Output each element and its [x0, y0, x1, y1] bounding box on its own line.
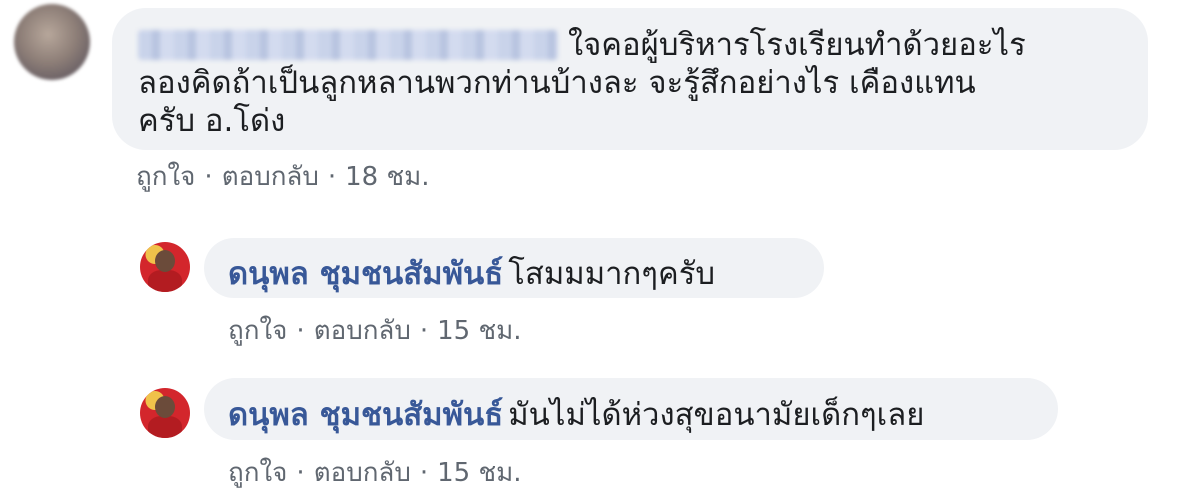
- separator-dot: ·: [419, 316, 429, 346]
- reply-link[interactable]: ตอบกลับ: [222, 162, 319, 192]
- comment-text: ใจคอผู้บริหารโรงเรียนทำด้วยอะไร ลองคิดถ้…: [138, 26, 1120, 140]
- reply-bubble: ดนุพล ชุมชนสัมพันธ์ มันไม่ได้ห่วงสุขอนาม…: [204, 378, 1058, 440]
- reply-text: โสมมมากๆครับ: [508, 256, 716, 292]
- separator-dot: ·: [419, 458, 429, 488]
- reply-author-avatar[interactable]: [140, 242, 190, 292]
- comment-bubble: ใจคอผู้บริหารโรงเรียนทำด้วยอะไร ลองคิดถ้…: [112, 8, 1148, 150]
- commenter-avatar-blurred[interactable]: [14, 4, 90, 80]
- like-link[interactable]: ถูกใจ: [228, 316, 287, 346]
- separator-dot: ·: [204, 162, 213, 192]
- reply-timestamp[interactable]: 15 ชม.: [437, 458, 521, 488]
- reply-author-name[interactable]: ดนุพล ชุมชนสัมพันธ์: [228, 397, 503, 433]
- comment-actions: ถูกใจ · ตอบกลับ · 18 ชม.: [136, 156, 430, 197]
- commenter-name-blurred[interactable]: [138, 30, 558, 60]
- comment-timestamp[interactable]: 18 ชม.: [345, 162, 429, 192]
- reply-author-avatar[interactable]: [140, 388, 190, 438]
- comment-text-line1: ใจคอผู้บริหารโรงเรียนทำด้วยอะไร: [568, 27, 1026, 63]
- comment-text-line2: ลองคิดถ้าเป็นลูกหลานพวกท่านบ้างละ จะรู้ส…: [138, 65, 976, 101]
- separator-dot: ·: [296, 316, 305, 346]
- reply-actions: ถูกใจ · ตอบกลับ · 15 ชม.: [228, 452, 522, 493]
- like-link[interactable]: ถูกใจ: [136, 162, 195, 192]
- reply-author-name[interactable]: ดนุพล ชุมชนสัมพันธ์: [228, 256, 503, 292]
- separator-dot: ·: [296, 458, 305, 488]
- reply-timestamp[interactable]: 15 ชม.: [437, 316, 521, 346]
- reply-link[interactable]: ตอบกลับ: [314, 458, 411, 488]
- separator-dot: ·: [327, 162, 337, 192]
- reply-bubble: ดนุพล ชุมชนสัมพันธ์ โสมมมากๆครับ: [204, 238, 824, 298]
- reply-actions: ถูกใจ · ตอบกลับ · 15 ชม.: [228, 310, 522, 351]
- reply-text: มันไม่ได้ห่วงสุขอนามัยเด็กๆเลย: [508, 397, 925, 433]
- like-link[interactable]: ถูกใจ: [228, 458, 287, 488]
- comment-text-line3: ครับ อ.โด่ง: [138, 103, 286, 139]
- reply-link[interactable]: ตอบกลับ: [314, 316, 411, 346]
